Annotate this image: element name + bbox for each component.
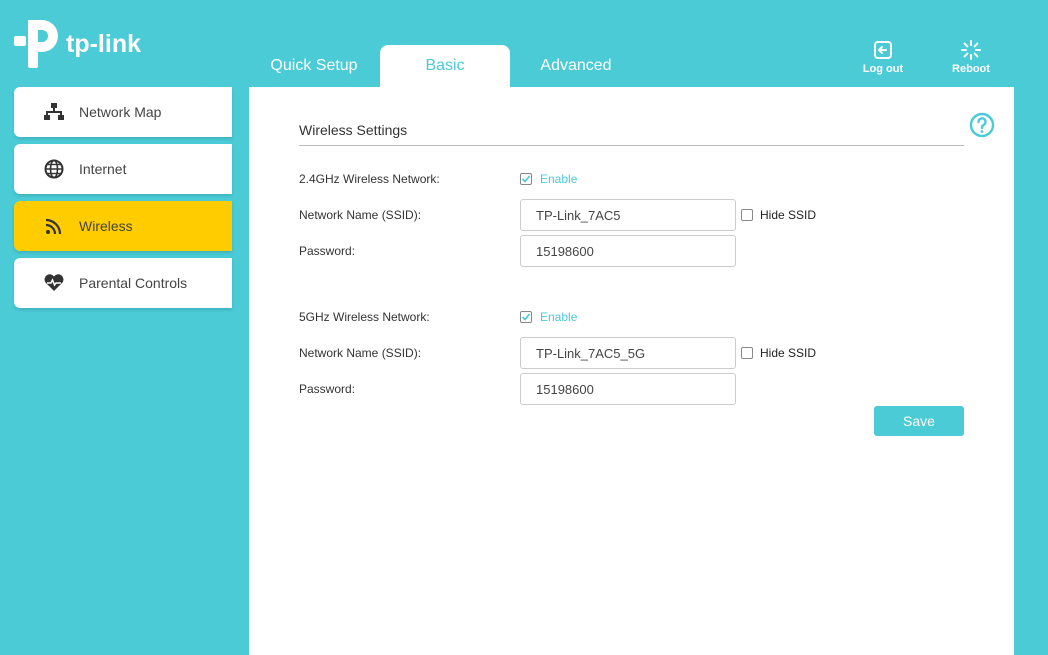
band-5-password-input[interactable] [520,373,736,405]
band-24-ssid-input[interactable] [520,199,736,231]
section-divider [299,145,964,146]
sidebar-item-internet[interactable]: Internet [14,144,232,194]
enable-label: Enable [540,310,578,324]
band-5-label: 5GHz Wireless Network: [299,310,430,324]
checkbox-checked-icon [520,173,532,185]
band-5-password-label: Password: [299,382,356,396]
save-button[interactable]: Save [874,406,964,436]
logout-button[interactable]: Log out [853,40,913,75]
band-24-ssid-label: Network Name (SSID): [299,208,422,222]
network-map-icon [42,100,66,124]
main-panel: Wireless Settings 2.4GHz Wireless Networ… [249,87,1014,655]
logout-label: Log out [862,63,904,75]
section-title: Wireless Settings [299,122,408,138]
sidebar-item-wireless[interactable]: Wireless [14,201,232,251]
checkbox-unchecked-icon [741,209,753,221]
band-24-label: 2.4GHz Wireless Network: [299,172,440,186]
hide-ssid-label: Hide SSID [760,208,817,222]
tab-advanced[interactable]: Advanced [520,45,632,87]
band-5-ssid-input[interactable] [520,337,736,369]
tp-link-logo: tp-link [14,18,154,70]
hide-ssid-label: Hide SSID [760,346,817,360]
sidebar-item-parental-controls[interactable]: Parental Controls [14,258,232,308]
sidebar-item-network-map[interactable]: Network Map [14,87,232,137]
reboot-icon [961,40,981,60]
sidebar-item-label: Internet [79,161,127,177]
logout-icon [874,41,892,59]
sidebar-item-label: Parental Controls [79,275,188,291]
reboot-label: Reboot [952,63,990,75]
checkbox-unchecked-icon [741,347,753,359]
band-24-password-input[interactable] [520,235,736,267]
brand-name: tp-link [66,30,141,58]
checkbox-checked-icon [520,311,532,323]
band-24-hide-ssid-checkbox[interactable]: Hide SSID [741,208,816,222]
globe-icon [42,157,66,181]
sidebar-item-label: Network Map [79,104,162,120]
band-24-enable-checkbox[interactable]: Enable [520,172,577,186]
sidebar-item-label: Wireless [79,218,133,234]
tab-quick-setup[interactable]: Quick Setup [256,45,372,87]
band-5-hide-ssid-checkbox[interactable]: Hide SSID [741,346,816,360]
band-24-password-label: Password: [299,244,356,258]
tp-link-logo-icon [14,20,58,68]
help-icon[interactable] [969,112,995,143]
reboot-button[interactable]: Reboot [941,40,1001,75]
band-5-ssid-label: Network Name (SSID): [299,346,422,360]
tab-basic[interactable]: Basic [380,45,510,87]
wifi-icon [42,214,66,238]
enable-label: Enable [540,172,578,186]
heart-icon [42,271,66,295]
band-5-enable-checkbox[interactable]: Enable [520,310,577,324]
